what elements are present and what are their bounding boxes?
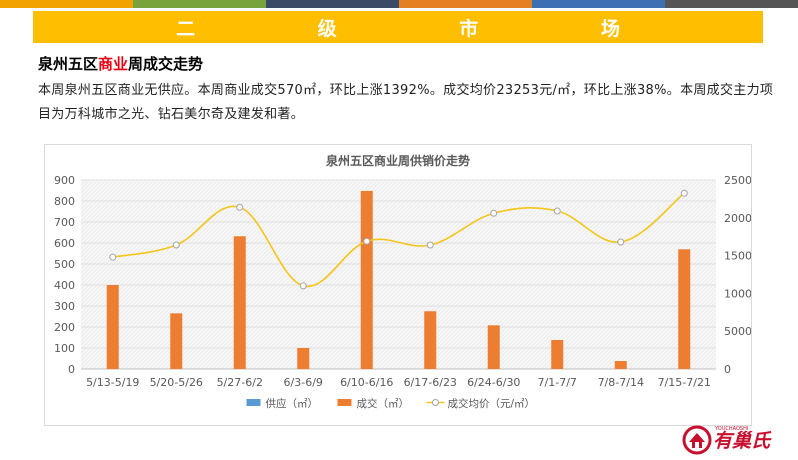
- chart-container: 泉州五区商业周供销价走势 0 100 200 300 400 500 600 700 800 90…: [44, 144, 759, 426]
- strip-segment: [266, 0, 399, 8]
- y-left-tick-label: 100: [54, 342, 75, 355]
- bar: [233, 236, 246, 369]
- legend-label: 成交（㎡）: [357, 397, 410, 410]
- price-point: [553, 207, 561, 215]
- y-left-tick-label: 0: [68, 363, 75, 376]
- bar: [297, 348, 310, 369]
- price-point: [172, 241, 180, 249]
- bar: [551, 340, 564, 369]
- y-right-tick-label: 15000: [724, 250, 751, 263]
- strip-segment: [532, 0, 665, 8]
- bar: [487, 325, 500, 369]
- section-heading: 泉州五区商业周成交走势: [38, 53, 203, 74]
- logo-text: 有巢氏: [713, 430, 772, 452]
- x-tick-label: 7/8-7/14: [598, 376, 644, 389]
- heading-suffix: 周成交走势: [128, 55, 204, 73]
- banner-title: 二 级 市 场: [176, 17, 678, 40]
- legend-label: 成交均价（元/㎡）: [448, 397, 536, 410]
- house-icon: [682, 425, 712, 455]
- price-point: [426, 241, 434, 249]
- price-point: [109, 253, 117, 261]
- bar: [678, 249, 691, 369]
- legend-swatch: [337, 399, 352, 406]
- x-tick-label: 6/17-6/23: [404, 376, 457, 389]
- x-tick-label: 6/24-6/30: [467, 376, 520, 389]
- x-tick-label: 7/1-7/7: [538, 376, 577, 389]
- y-right-tick-label: 25000: [724, 174, 751, 187]
- x-tick-label: 6/10-6/16: [340, 376, 393, 389]
- price-point: [236, 203, 244, 211]
- bar: [614, 361, 627, 369]
- y-right-tick-label: 5000: [724, 325, 751, 338]
- x-tick-label: 5/13-5/19: [86, 376, 139, 389]
- price-point: [490, 209, 498, 217]
- y-right-tick-label: 0: [724, 363, 731, 376]
- y-right-tick-label: 20000: [724, 212, 751, 225]
- legend-marker: [432, 399, 439, 406]
- combo-chart: 泉州五区商业周供销价走势 0 100 200 300 400 500 600 700 800 90…: [54, 153, 759, 410]
- top-color-strip: [0, 0, 798, 8]
- price-point: [363, 237, 371, 245]
- x-tick-label: 7/15-7/21: [658, 376, 711, 389]
- price-point: [617, 238, 625, 246]
- y-left-tick-label: 800: [54, 195, 75, 208]
- price-point: [680, 189, 688, 197]
- section-banner: 二 级 市 场: [33, 11, 763, 43]
- y-left-tick-label: 900: [54, 174, 75, 187]
- bar: [360, 190, 373, 369]
- x-tick-label: 5/20-5/26: [150, 376, 203, 389]
- bar: [170, 313, 183, 369]
- legend-swatch: [246, 399, 261, 406]
- y-left-tick-label: 500: [54, 258, 75, 271]
- y-left-tick-label: 700: [54, 216, 75, 229]
- y-left-tick-label: 200: [54, 321, 75, 334]
- bar: [424, 311, 437, 369]
- chart-title: 泉州五区商业周供销价走势: [326, 153, 470, 168]
- y-right-tick-label: 10000: [724, 287, 751, 300]
- strip-segment: [399, 0, 532, 8]
- heading-highlight: 商业: [98, 55, 129, 73]
- brand-logo: 有巢氏 YOUCHAOSHI: [682, 425, 772, 455]
- strip-segment: [133, 0, 266, 8]
- logo-subtext: YOUCHAOSHI: [714, 426, 748, 432]
- legend-label: 供应（㎡）: [266, 397, 319, 410]
- x-tick-label: 6/3-6/9: [284, 376, 323, 389]
- heading-prefix: 泉州五区: [38, 55, 99, 73]
- y-left-tick-label: 400: [54, 279, 75, 292]
- y-left-tick-label: 600: [54, 237, 75, 250]
- x-tick-label: 5/27-6/2: [217, 376, 263, 389]
- price-point: [299, 282, 307, 290]
- strip-segment: [0, 0, 133, 8]
- bar: [106, 285, 119, 369]
- summary-paragraph: 本周泉州五区商业无供应。本周商业成交570㎡，环比上涨1392%。成交均价232…: [38, 83, 774, 122]
- strip-segment: [665, 0, 798, 8]
- y-left-tick-label: 300: [54, 300, 75, 313]
